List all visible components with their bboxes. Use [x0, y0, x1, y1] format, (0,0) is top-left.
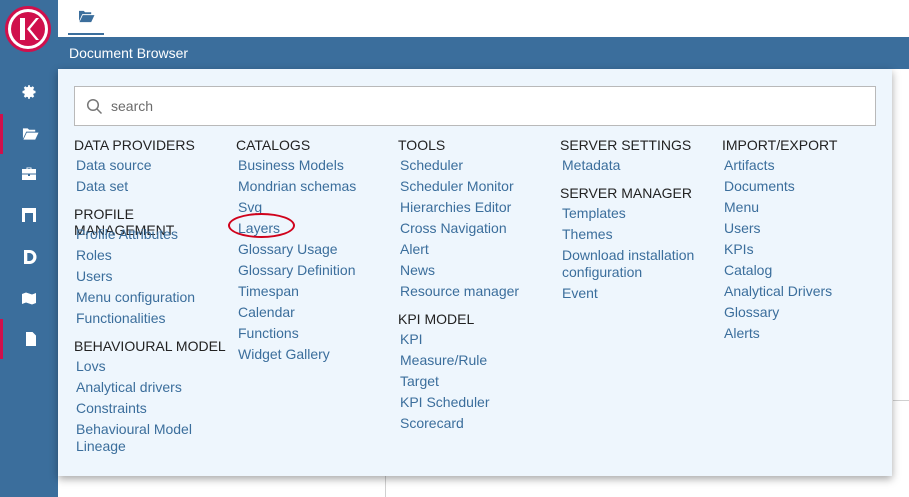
warehouse-icon [22, 208, 36, 222]
sidebar-item-maps[interactable] [0, 278, 58, 318]
menu-item-documents[interactable]: Documents [724, 178, 882, 195]
menu-item-lovs[interactable]: Lovs [76, 358, 234, 375]
menu-item-news[interactable]: News [400, 262, 558, 279]
menu-item-scheduler-monitor[interactable]: Scheduler Monitor [400, 178, 558, 195]
menu-item-kpis[interactable]: KPIs [724, 241, 882, 258]
menu-item-glossary-usage[interactable]: Glossary Usage [238, 241, 396, 258]
briefcase-icon [22, 167, 36, 180]
search-box [74, 86, 876, 126]
menu-item-users[interactable]: Users [724, 220, 882, 237]
category-heading: CATALOGS [236, 137, 311, 153]
tab-document-browser[interactable] [68, 0, 104, 35]
menu-column-5: IMPORT/EXPORT Artifacts Documents Menu Users… [722, 137, 882, 346]
menu-item-menu[interactable]: Menu [724, 199, 882, 216]
menu-item-glossary-definition[interactable]: Glossary Definition [238, 262, 396, 279]
category-heading: IMPORT/EXPORT [722, 137, 838, 153]
category-heading: BEHAVIOURAL MODEL [74, 338, 226, 354]
menu-item-mondrian-schemas[interactable]: Mondrian schemas [238, 178, 396, 195]
menu-item-constraints[interactable]: Constraints [76, 400, 234, 417]
page-title: Document Browser [69, 45, 189, 61]
menu-item-data-source[interactable]: Data source [76, 157, 234, 174]
menu-item-measure-rule[interactable]: Measure/Rule [400, 352, 558, 369]
menu-column-3: TOOLS Scheduler Scheduler Monitor Hierarchi… [398, 137, 558, 436]
menu-item-alerts[interactable]: Alerts [724, 325, 882, 342]
menu-item-analytical-drivers[interactable]: Analytical Drivers [724, 283, 882, 300]
menu-item-widget-gallery[interactable]: Widget Gallery [238, 346, 396, 363]
category-heading: KPI MODEL [398, 311, 475, 327]
menu-item-metadata[interactable]: Metadata [562, 157, 720, 174]
menu-item-alert[interactable]: Alert [400, 241, 558, 258]
map-icon [22, 292, 36, 305]
folder-open-icon [22, 128, 39, 140]
gear-icon [22, 85, 36, 99]
menu-item-target[interactable]: Target [400, 373, 558, 390]
menu-item-themes[interactable]: Themes [562, 226, 720, 243]
folder-open-icon [78, 10, 94, 23]
category-heading: SERVER SETTINGS [560, 137, 692, 153]
menu-item-behavioural-model-lineage[interactable]: Behavioural Model Lineage [76, 421, 206, 455]
category-heading: SERVER MANAGER [560, 185, 692, 201]
sidebar-item-settings[interactable] [0, 72, 58, 112]
menu-item-menu-configuration[interactable]: Menu configuration [76, 289, 234, 306]
category-heading: DATA PROVIDERS [74, 137, 195, 153]
background-divider [893, 400, 909, 401]
document-icon [25, 332, 36, 346]
k-logo-icon [20, 18, 39, 40]
menu-item-data-set[interactable]: Data set [76, 178, 234, 195]
menu-column-1: DATA PROVIDERS Data source Data set PROFILE… [74, 137, 234, 459]
menu-item-roles[interactable]: Roles [76, 247, 234, 264]
title-bar: Document Browser [58, 37, 909, 69]
top-bar [58, 0, 909, 37]
menu-item-templates[interactable]: Templates [562, 205, 720, 222]
menu-item-kpi-scheduler[interactable]: KPI Scheduler [400, 394, 558, 411]
menu-item-users[interactable]: Users [76, 268, 234, 285]
menu-item-profile-attributes[interactable]: Profile Attributes [76, 226, 234, 243]
app-logo[interactable] [5, 6, 51, 52]
search-input[interactable] [111, 95, 851, 117]
menu-item-functionalities[interactable]: Functionalities [76, 310, 234, 327]
sidebar-item-d[interactable] [0, 237, 58, 277]
menu-item-resource-manager[interactable]: Resource manager [400, 283, 558, 300]
menu-dropdown-panel: DATA PROVIDERS Data source Data set PROFILE… [58, 69, 892, 476]
menu-item-cross-navigation[interactable]: Cross Navigation [400, 220, 558, 237]
menu-item-artifacts[interactable]: Artifacts [724, 157, 882, 174]
category-heading: TOOLS [398, 137, 446, 153]
sidebar-item-warehouse[interactable] [0, 195, 58, 235]
sidebar-item-work[interactable] [0, 154, 58, 194]
menu-item-scheduler[interactable]: Scheduler [400, 157, 558, 174]
sidebar [0, 0, 58, 497]
menu-item-business-models[interactable]: Business Models [238, 157, 396, 174]
menu-item-calendar[interactable]: Calendar [238, 304, 396, 321]
sidebar-item-documents[interactable] [0, 114, 58, 154]
menu-item-layers[interactable]: Layers [238, 220, 396, 237]
menu-item-event[interactable]: Event [562, 285, 720, 302]
menu-item-download-installation-configuration[interactable]: Download installation configuration [562, 247, 707, 281]
menu-item-svg[interactable]: Svg [238, 199, 396, 216]
menu-item-scorecard[interactable]: Scorecard [400, 415, 558, 432]
menu-item-glossary[interactable]: Glossary [724, 304, 882, 321]
menu-item-catalog[interactable]: Catalog [724, 262, 882, 279]
menu-item-hierarchies-editor[interactable]: Hierarchies Editor [400, 199, 558, 216]
category-heading: PROFILE MANAGEMENT [74, 206, 175, 238]
menu-column-4: SERVER SETTINGS Metadata SERVER MANAGER Tem… [560, 137, 720, 306]
menu-item-timespan[interactable]: Timespan [238, 283, 396, 300]
menu-column-2: CATALOGS Business Models Mondrian schemas S… [236, 137, 396, 367]
menu-item-analytical-drivers[interactable]: Analytical drivers [76, 379, 234, 396]
menu-item-kpi[interactable]: KPI [400, 331, 558, 348]
search-icon [86, 98, 103, 115]
logo-mark [11, 12, 45, 46]
d-letter-icon [24, 250, 37, 264]
sidebar-item-document[interactable] [0, 319, 58, 359]
menu-item-functions[interactable]: Functions [238, 325, 396, 342]
